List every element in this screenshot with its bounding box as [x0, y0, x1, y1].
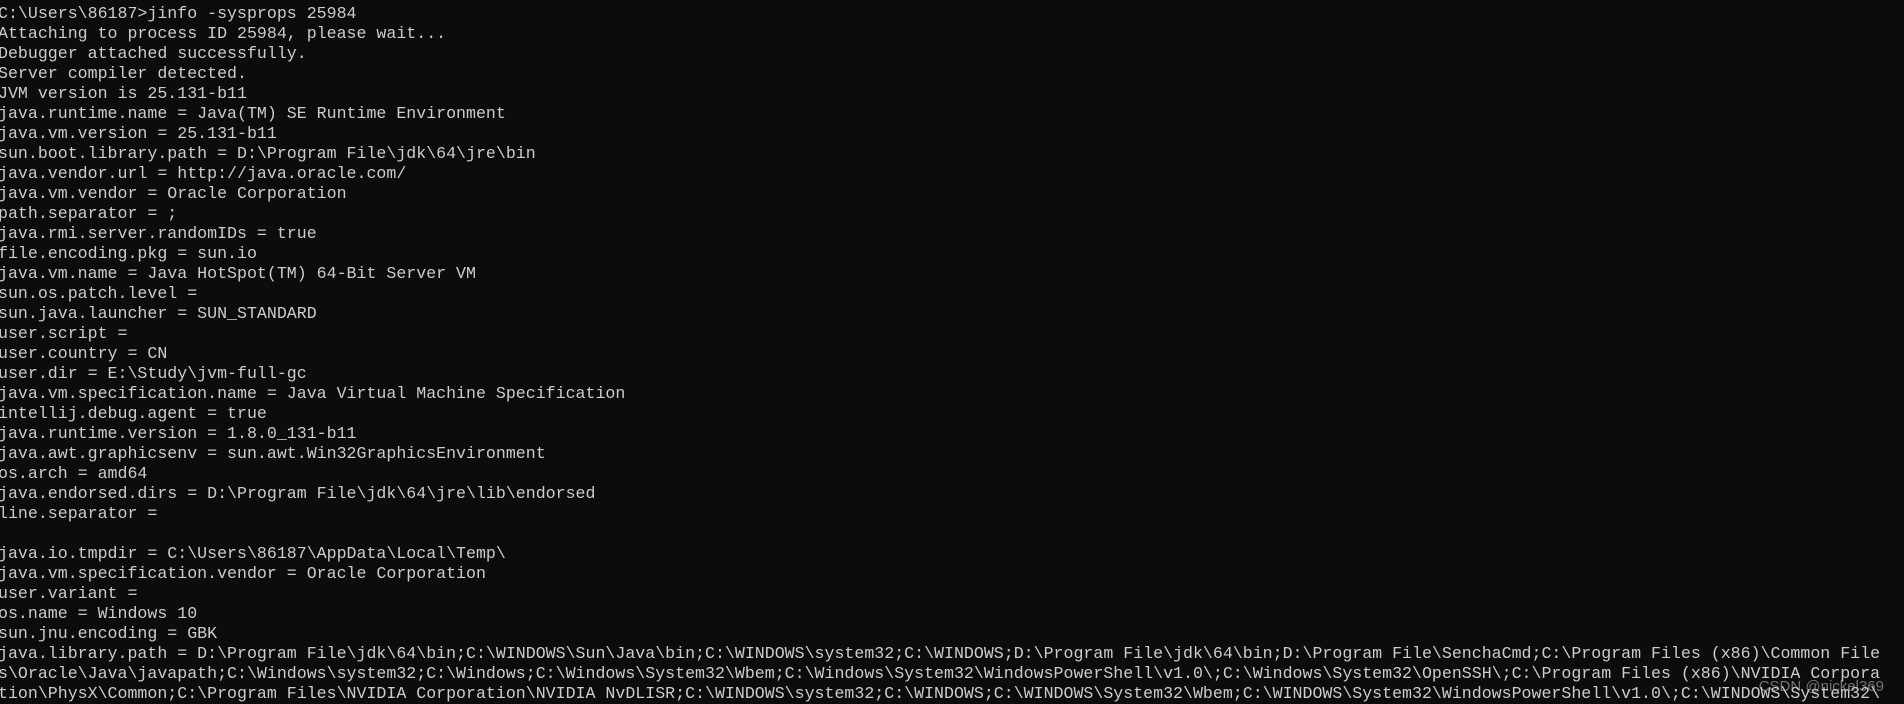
- console-line: user.variant =: [0, 584, 138, 603]
- console-line: java.library.path = D:\Program File\jdk\…: [0, 644, 1881, 663]
- console-line: java.io.tmpdir = C:\Users\86187\AppData\…: [0, 544, 506, 563]
- watermark: CSDN @nickel369: [1758, 678, 1884, 695]
- console-line: java.runtime.version = 1.8.0_131-b11: [0, 424, 357, 443]
- console-line: Attaching to process ID 25984, please wa…: [0, 24, 447, 43]
- console-line: sun.boot.library.path = D:\Program File\…: [0, 144, 536, 163]
- console-line: java.rmi.server.randomIDs = true: [0, 224, 317, 243]
- console-line: java.vm.specification.name = Java Virtua…: [0, 384, 626, 403]
- console-line: user.country = CN: [0, 344, 168, 363]
- console-line: os.arch = amd64: [0, 464, 148, 483]
- console-line: path.separator = ;: [0, 204, 178, 223]
- console-line: Server compiler detected.: [0, 64, 247, 83]
- console-line: os.name = Windows 10: [0, 604, 198, 623]
- console-line: user.dir = E:\Study\jvm-full-gc: [0, 364, 307, 383]
- console-line: tion\PhysX\Common;C:\Program Files\NVIDI…: [0, 684, 1881, 703]
- console-line: java.vm.vendor = Oracle Corporation: [0, 184, 347, 203]
- console-output[interactable]: C:\Users\86187>jinfo -sysprops 25984 Atta…: [0, 4, 1904, 704]
- console-line: file.encoding.pkg = sun.io: [0, 244, 257, 263]
- console-line: java.awt.graphicsenv = sun.awt.Win32Grap…: [0, 444, 546, 463]
- console-line: sun.os.patch.level =: [0, 284, 198, 303]
- console-line: JVM version is 25.131-b11: [0, 84, 247, 103]
- console-line: sun.jnu.encoding = GBK: [0, 624, 218, 643]
- console-line: line.separator =: [0, 504, 158, 523]
- console-line: java.vm.version = 25.131-b11: [0, 124, 277, 143]
- console-line: java.runtime.name = Java(TM) SE Runtime …: [0, 104, 506, 123]
- console-line: java.vendor.url = http://java.oracle.com…: [0, 164, 407, 183]
- console-line: java.endorsed.dirs = D:\Program File\jdk…: [0, 484, 596, 503]
- console-line: C:\Users\86187>jinfo -sysprops 25984: [0, 4, 357, 23]
- console-line: sun.java.launcher = SUN_STANDARD: [0, 304, 317, 323]
- console-line: Debugger attached successfully.: [0, 44, 307, 63]
- console-line: java.vm.specification.vendor = Oracle Co…: [0, 564, 486, 583]
- console-line: intellij.debug.agent = true: [0, 404, 267, 423]
- console-line: java.vm.name = Java HotSpot(TM) 64-Bit S…: [0, 264, 476, 283]
- console-line: s\Oracle\Java\javapath;C:\Windows\system…: [0, 664, 1881, 683]
- console-line: user.script =: [0, 324, 128, 343]
